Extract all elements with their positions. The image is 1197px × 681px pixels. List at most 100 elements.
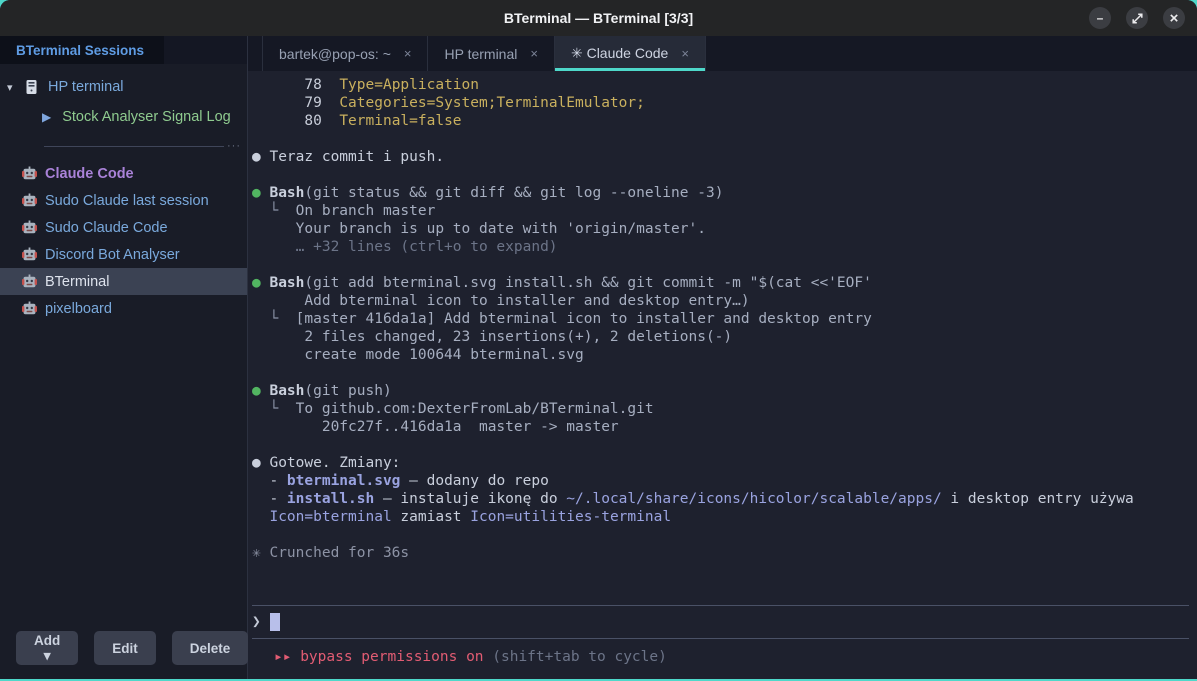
term-segment: └ (252, 311, 296, 327)
term-segment: 78 (252, 77, 339, 93)
chevron-down-icon[interactable]: ▾ (7, 81, 23, 94)
sidebar-title: BTerminal Sessions (0, 36, 164, 64)
terminal-line: … +32 lines (ctrl+o to expand) (252, 238, 1189, 256)
term-segment: Icon=bterminal (269, 509, 391, 525)
term-segment: ● (252, 185, 269, 201)
term-segment: On branch master (296, 203, 436, 219)
terminal-input[interactable]: ❯ (252, 606, 1189, 638)
session-label: pixelboard (45, 301, 112, 317)
minimize-button[interactable]: – (1089, 7, 1111, 29)
status-text: (shift+tab to cycle) (484, 649, 667, 665)
terminal-line: └ [master 416da1a] Add bterminal icon to… (252, 310, 1189, 328)
term-segment: Categories=System;TerminalEmulator; (339, 95, 645, 111)
session-list: Claude Code Sudo Claude last sessionSudo … (0, 160, 247, 322)
tab-hp-terminal[interactable]: HP terminal × (428, 36, 554, 71)
term-segment: Add bterminal icon to installer and desk… (252, 293, 750, 309)
maximize-icon (1132, 13, 1143, 24)
robot-icon (22, 193, 37, 208)
session-label: Claude Code (45, 166, 134, 182)
term-segment: (git add bterminal.svg install.sh && git… (304, 275, 871, 291)
status-bar: ▸▸ bypass permissions on (shift+tab to c… (252, 639, 1189, 679)
sidebar-item-hp-terminal[interactable]: ▾ HP terminal (0, 72, 247, 102)
term-segment: … +32 lines (ctrl+o to expand) (252, 239, 558, 255)
term-segment: 2 files changed, 23 insertions(+), 2 del… (252, 329, 732, 345)
term-segment: - (252, 473, 287, 489)
tab-bartek-pop-os[interactable]: bartek@pop-os: ~ × (262, 36, 428, 71)
sidebar-item-stock-analyser-signal-log[interactable]: ▶ Stock Analyser Signal Log (0, 102, 247, 132)
term-segment: Your branch is up to date with 'origin/m… (252, 221, 706, 237)
term-segment: create mode 100644 bterminal.svg (252, 347, 584, 363)
session-label: BTerminal (45, 274, 109, 290)
terminal-output: 78 Type=Application 79 Categories=System… (252, 76, 1189, 562)
sidebar-item-discord-bot-analyser[interactable]: Discord Bot Analyser (0, 241, 247, 268)
sessions-sidebar: BTerminal Sessions ▾ HP terminal ▶ Stock… (0, 36, 248, 679)
terminal-line (252, 436, 1189, 454)
session-tree: ▾ HP terminal ▶ Stock Analyser Signal Lo… (0, 64, 247, 619)
terminal-spacer (252, 562, 1189, 605)
term-segment: ~/.local/share/icons/hicolor/scalable/ap… (566, 491, 941, 507)
term-segment: Bash (269, 185, 304, 201)
session-label: Discord Bot Analyser (45, 247, 180, 263)
sidebar-item-claude-code[interactable]: Claude Code (0, 160, 247, 187)
terminal-line: 20fc27f..416da1a master -> master (252, 418, 1189, 436)
computer-icon (25, 79, 38, 95)
robot-icon (22, 301, 37, 316)
terminal-screen[interactable]: 78 Type=Application 79 Categories=System… (248, 71, 1197, 679)
terminal-line: ● Bash(git add bterminal.svg install.sh … (252, 274, 1189, 292)
sidebar-divider: ··· (0, 132, 247, 160)
ellipsis-icon: ··· (227, 140, 241, 152)
sidebar-item-bterminal[interactable]: BTerminal (0, 268, 247, 295)
titlebar: BTerminal — BTerminal [3/3] – × (0, 0, 1197, 36)
term-segment: Bash (269, 275, 304, 291)
edit-button[interactable]: Edit (94, 631, 156, 665)
term-segment: — dodany do repo (400, 473, 548, 489)
term-segment: 80 (252, 113, 339, 129)
term-segment: ● (252, 275, 269, 291)
terminal-line: Add bterminal icon to installer and desk… (252, 292, 1189, 310)
main-area: BTerminal Sessions ▾ HP terminal ▶ Stock… (0, 36, 1197, 679)
term-segment: ● Teraz commit i push. (252, 149, 444, 165)
app-window: BTerminal — BTerminal [3/3] – × BTermina… (0, 0, 1197, 679)
tab-bar: bartek@pop-os: ~×HP terminal×✳ Claude Co… (248, 36, 1197, 71)
term-segment: — instaluje ikonę do (374, 491, 566, 507)
minimize-icon: – (1097, 12, 1104, 24)
tab-claude-code[interactable]: ✳ Claude Code× (555, 36, 706, 71)
terminal-line: 2 files changed, 23 insertions(+), 2 del… (252, 328, 1189, 346)
sidebar-item-pixelboard[interactable]: pixelboard (0, 295, 247, 322)
terminal-line: 79 Categories=System;TerminalEmulator; (252, 94, 1189, 112)
close-button[interactable]: × (1163, 7, 1185, 29)
delete-button[interactable]: Delete (172, 631, 249, 665)
term-segment: zamiast (392, 509, 471, 525)
terminal-line: └ On branch master (252, 202, 1189, 220)
close-icon[interactable]: × (404, 46, 412, 61)
sidebar-item-sudo-claude-last-session[interactable]: Sudo Claude last session (0, 187, 247, 214)
terminal-line: ● Teraz commit i push. (252, 148, 1189, 166)
term-segment: (git push) (304, 383, 391, 399)
term-segment: - (252, 491, 287, 507)
tab-label: HP terminal (444, 46, 517, 62)
term-segment (252, 509, 269, 525)
terminal-line: ● Bash(git push) (252, 382, 1189, 400)
term-segment: Terminal=false (339, 113, 461, 129)
robot-icon (22, 247, 37, 262)
tab-label: bartek@pop-os: ~ (279, 46, 391, 62)
term-segment: Type=Application (339, 77, 479, 93)
terminal-line (252, 256, 1189, 274)
term-segment: 20fc27f..416da1a master -> master (252, 419, 619, 435)
sidebar-item-sudo-claude-code[interactable]: Sudo Claude Code (0, 214, 247, 241)
play-icon: ▶ (42, 110, 51, 124)
terminal-line: └ To github.com:DexterFromLab/BTerminal.… (252, 400, 1189, 418)
terminal-line: ✳ Crunched for 36s (252, 544, 1189, 562)
term-segment: ● Gotowe. Zmiany: (252, 455, 400, 471)
sidebar-header: BTerminal Sessions (0, 36, 247, 64)
robot-icon (22, 274, 37, 289)
term-segment: To github.com:DexterFromLab/BTerminal.gi… (296, 401, 654, 417)
terminal-line: ● Bash(git status && git diff && git log… (252, 184, 1189, 202)
terminal-line: 78 Type=Application (252, 76, 1189, 94)
close-icon[interactable]: × (681, 46, 689, 61)
close-icon[interactable]: × (530, 46, 538, 61)
maximize-button[interactable] (1126, 7, 1148, 29)
add-button[interactable]: Add ▾ (16, 631, 78, 665)
term-segment: i desktop entry używa (942, 491, 1134, 507)
terminal-line: - install.sh — instaluje ikonę do ~/.loc… (252, 490, 1189, 508)
